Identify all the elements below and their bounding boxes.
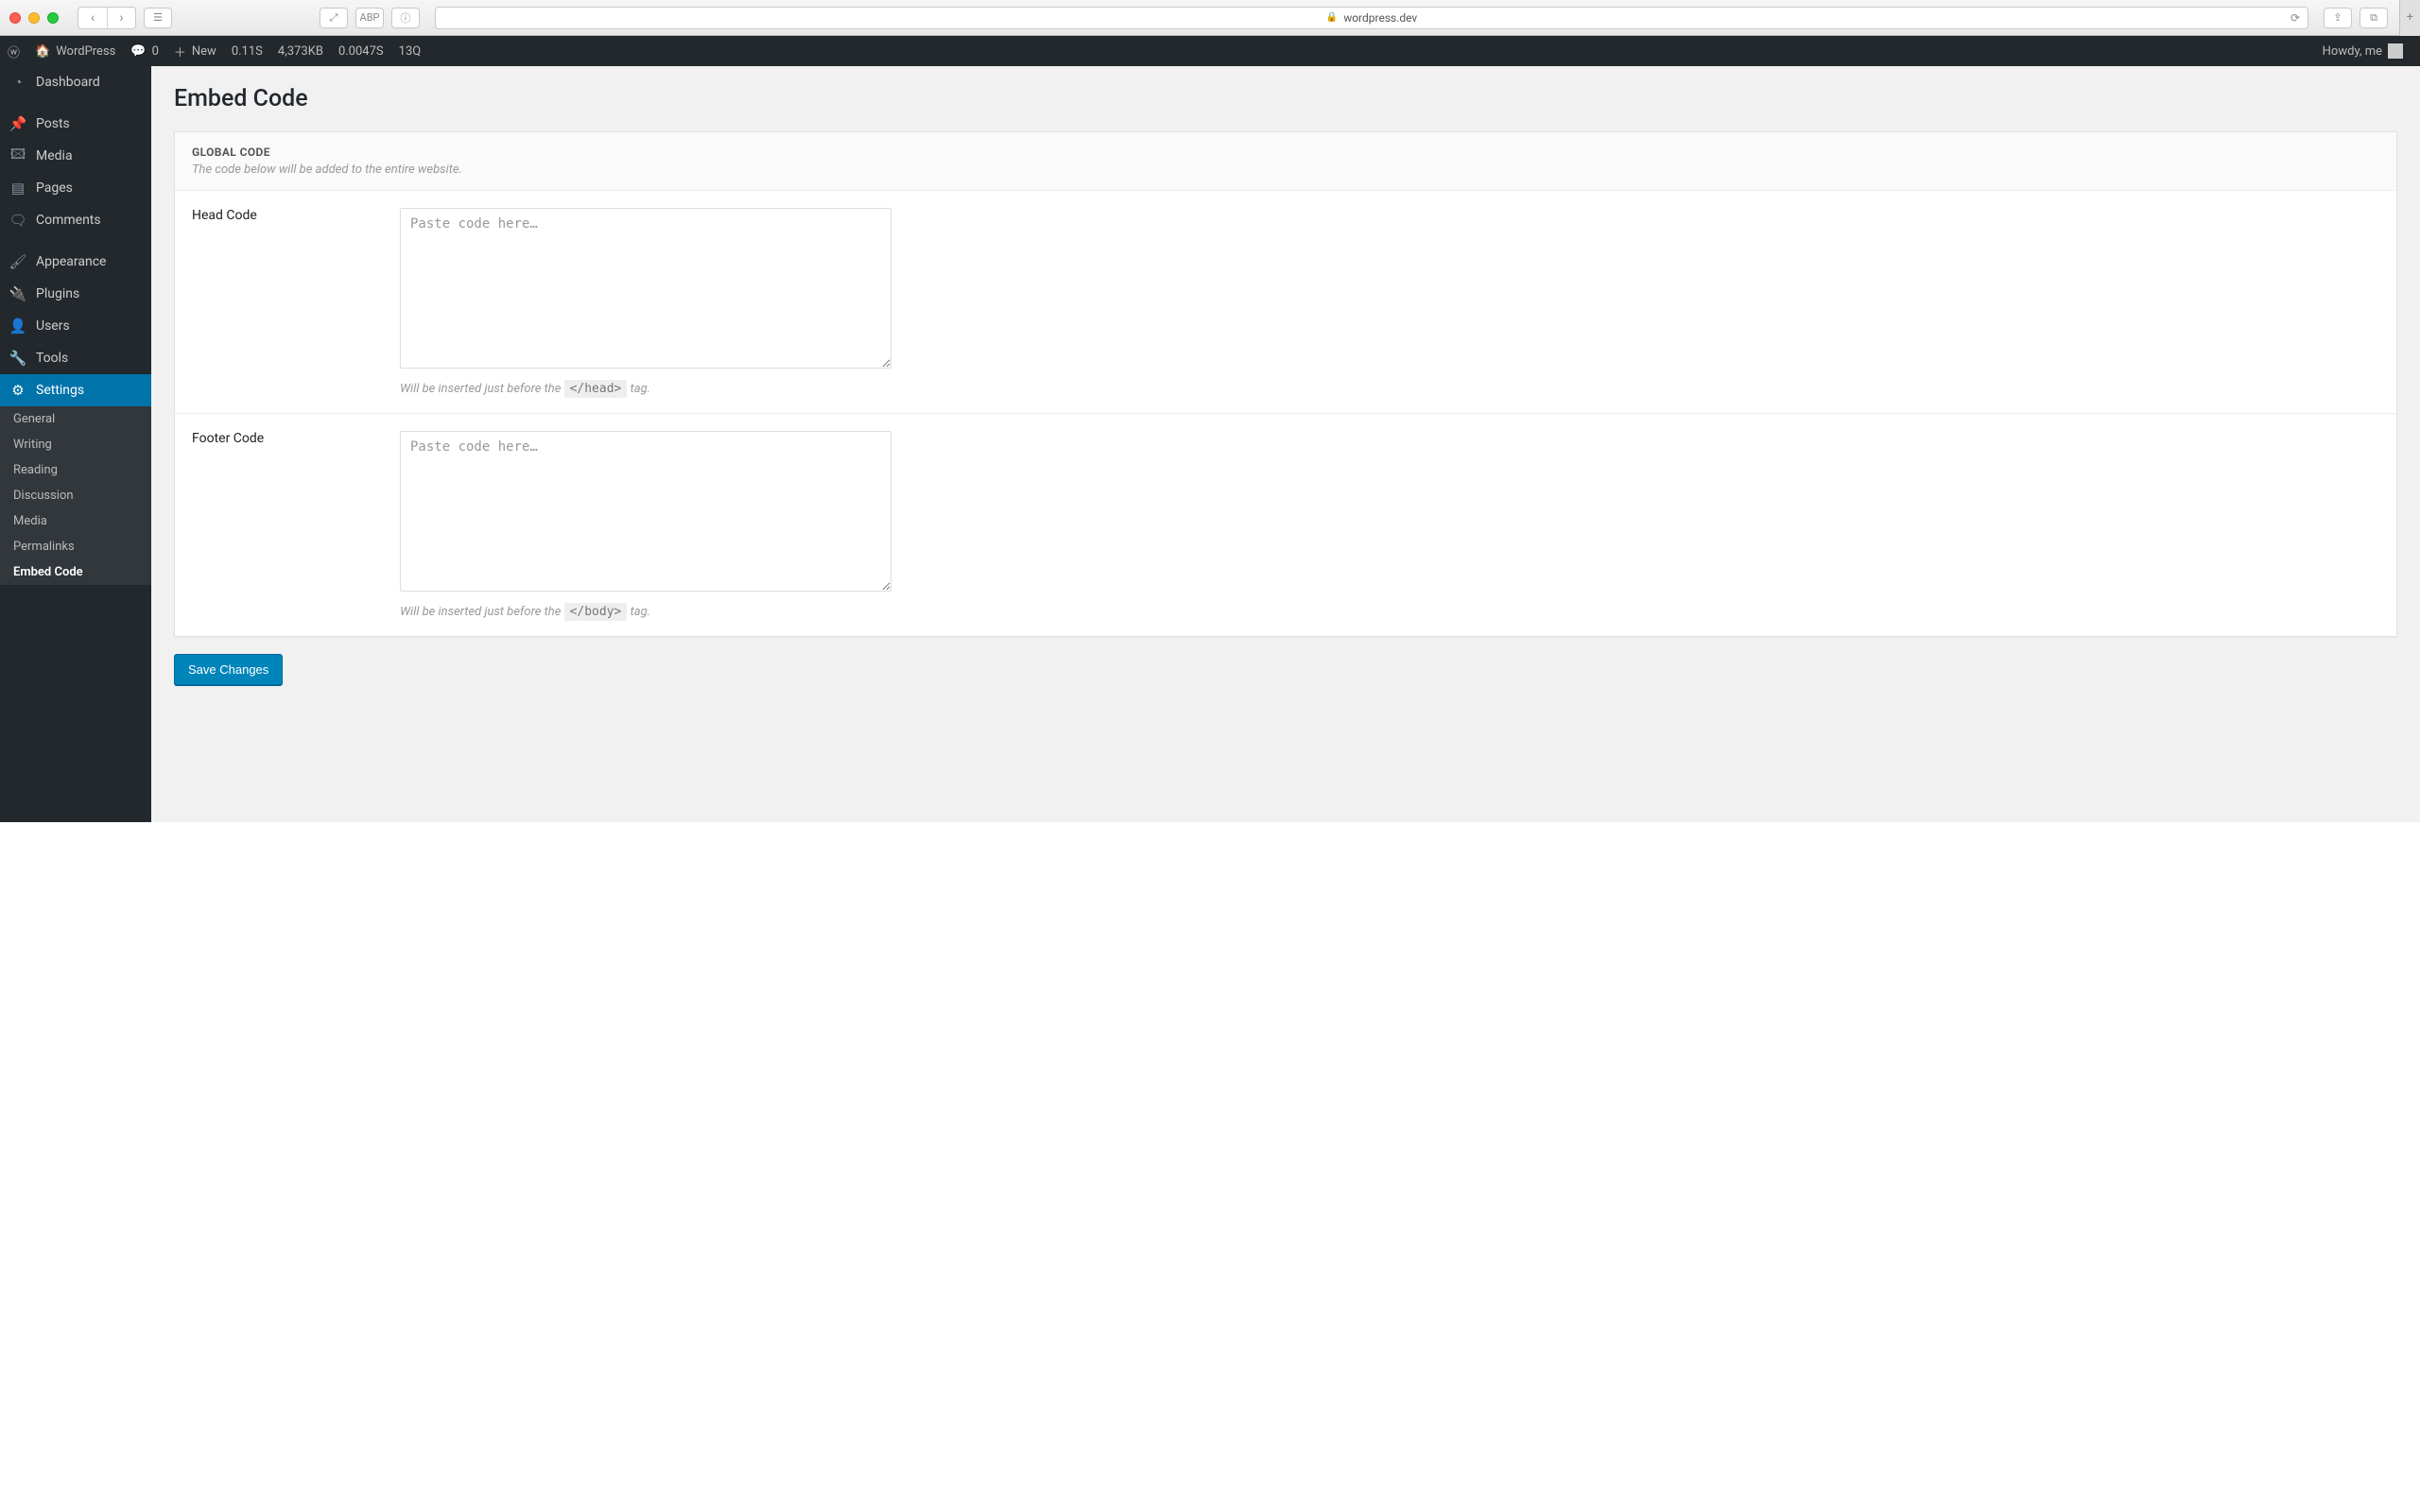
plus-icon: ＋ <box>174 43 186 60</box>
page-title: Embed Code <box>174 85 2397 112</box>
zoom-window-button[interactable] <box>47 12 59 24</box>
sidebar-toggle-button[interactable]: ☰ <box>144 8 172 28</box>
pin-icon: 📌 <box>9 115 26 132</box>
plug-icon: 🔌 <box>9 285 26 302</box>
head-code-label: Head Code <box>192 208 400 396</box>
sidebar-item-posts[interactable]: 📌Posts <box>0 108 151 140</box>
panel-description: The code below will be added to the enti… <box>192 163 2379 177</box>
panel-header: GLOBAL CODE The code below will be added… <box>175 132 2396 191</box>
new-label: New <box>192 44 216 59</box>
page-icon: ▤ <box>9 180 26 197</box>
wordpress-logo-icon: ⓦ <box>8 43 20 60</box>
sidebar-item-plugins[interactable]: 🔌Plugins <box>0 278 151 310</box>
head-code-row: Head Code Will be inserted just before t… <box>175 191 2396 414</box>
debug-queries[interactable]: 13Q <box>391 36 429 66</box>
footer-code-label: Footer Code <box>192 431 400 619</box>
sliders-icon: ⚙ <box>9 382 26 399</box>
head-code-textarea[interactable] <box>400 208 891 369</box>
user-icon: 👤 <box>9 318 26 335</box>
settings-sub-writing[interactable]: Writing <box>0 432 151 457</box>
nav-back-forward: ‹ › <box>78 7 136 29</box>
share-button[interactable]: ⇪ <box>2324 8 2352 28</box>
footer-code-textarea[interactable] <box>400 431 891 592</box>
sidebar-item-tools[interactable]: 🔧Tools <box>0 342 151 374</box>
footer-code-hint: Will be inserted just before the </body>… <box>400 605 2379 619</box>
settings-sub-general[interactable]: General <box>0 406 151 432</box>
comments-count: 0 <box>152 44 159 59</box>
avatar <box>2388 43 2403 59</box>
body-tag-code: </body> <box>564 603 628 621</box>
letterbox-whitespace <box>0 822 2420 1512</box>
sidebar-item-comments[interactable]: 🗨Comments <box>0 204 151 236</box>
reload-icon[interactable]: ⟳ <box>2290 11 2300 25</box>
head-tag-code: </head> <box>564 380 628 398</box>
comment-icon: 💬 <box>130 44 146 59</box>
sidebar-item-media[interactable]: 🖾Media <box>0 140 151 172</box>
comments-menu[interactable]: 💬 0 <box>123 36 166 66</box>
settings-sub-media[interactable]: Media <box>0 508 151 534</box>
save-changes-button[interactable]: Save Changes <box>174 654 283 685</box>
new-tab-button[interactable]: + <box>2399 0 2420 36</box>
panel-title: GLOBAL CODE <box>192 146 2379 159</box>
window-controls <box>9 12 59 24</box>
lock-icon: 🔒 <box>1326 12 1338 23</box>
settings-sub-reading[interactable]: Reading <box>0 457 151 483</box>
adblock-icon[interactable]: ABP <box>355 8 384 28</box>
sidebar-item-dashboard[interactable]: ◔Dashboard <box>0 66 151 98</box>
settings-sub-embed-code[interactable]: Embed Code <box>0 559 151 585</box>
wrench-icon: 🔧 <box>9 350 26 367</box>
howdy-text: Howdy, me <box>2323 44 2382 59</box>
sidebar-item-settings[interactable]: ⚙Settings <box>0 374 151 406</box>
wp-logo-menu[interactable]: ⓦ <box>0 36 27 66</box>
wp-admin-bar: ⓦ 🏠 WordPress 💬 0 ＋ New 0.11S 4,373KB 0.… <box>0 36 2420 66</box>
fullscreen-icon[interactable]: ⤢ <box>320 8 348 28</box>
minimize-window-button[interactable] <box>28 12 40 24</box>
back-button[interactable]: ‹ <box>78 8 107 28</box>
close-window-button[interactable] <box>9 12 21 24</box>
global-code-panel: GLOBAL CODE The code below will be added… <box>174 131 2397 637</box>
footer-code-row: Footer Code Will be inserted just before… <box>175 414 2396 636</box>
site-name-menu[interactable]: 🏠 WordPress <box>27 36 123 66</box>
debug-timing[interactable]: 0.11S <box>224 36 270 66</box>
sidebar-item-appearance[interactable]: 🖌Appearance <box>0 246 151 278</box>
browser-chrome: ‹ › ☰ ⤢ ABP ⓘ 🔒 wordpress.dev ⟳ ⇪ ⧉ + <box>0 0 2420 36</box>
head-code-hint: Will be inserted just before the </head>… <box>400 382 2379 396</box>
settings-submenu: General Writing Reading Discussion Media… <box>0 406 151 585</box>
debug-query-time[interactable]: 0.0047S <box>331 36 391 66</box>
tabs-button[interactable]: ⧉ <box>2360 8 2388 28</box>
home-icon: 🏠 <box>35 44 50 59</box>
sidebar-item-users[interactable]: 👤Users <box>0 310 151 342</box>
sidebar-item-pages[interactable]: ▤Pages <box>0 172 151 204</box>
url-text: wordpress.dev <box>1343 11 1417 25</box>
new-content-menu[interactable]: ＋ New <box>166 36 224 66</box>
reader-icon[interactable]: ⓘ <box>391 8 420 28</box>
settings-sub-permalinks[interactable]: Permalinks <box>0 534 151 559</box>
comment-icon: 🗨 <box>9 212 26 229</box>
settings-sub-discussion[interactable]: Discussion <box>0 483 151 508</box>
dashboard-icon: ◔ <box>9 74 26 91</box>
forward-button[interactable]: › <box>107 8 135 28</box>
site-name-label: WordPress <box>56 44 115 59</box>
address-bar[interactable]: 🔒 wordpress.dev ⟳ <box>435 7 2308 29</box>
debug-memory[interactable]: 4,373KB <box>270 36 331 66</box>
media-icon: 🖾 <box>9 147 26 164</box>
brush-icon: 🖌 <box>9 253 26 270</box>
account-menu[interactable]: Howdy, me <box>2315 36 2411 66</box>
